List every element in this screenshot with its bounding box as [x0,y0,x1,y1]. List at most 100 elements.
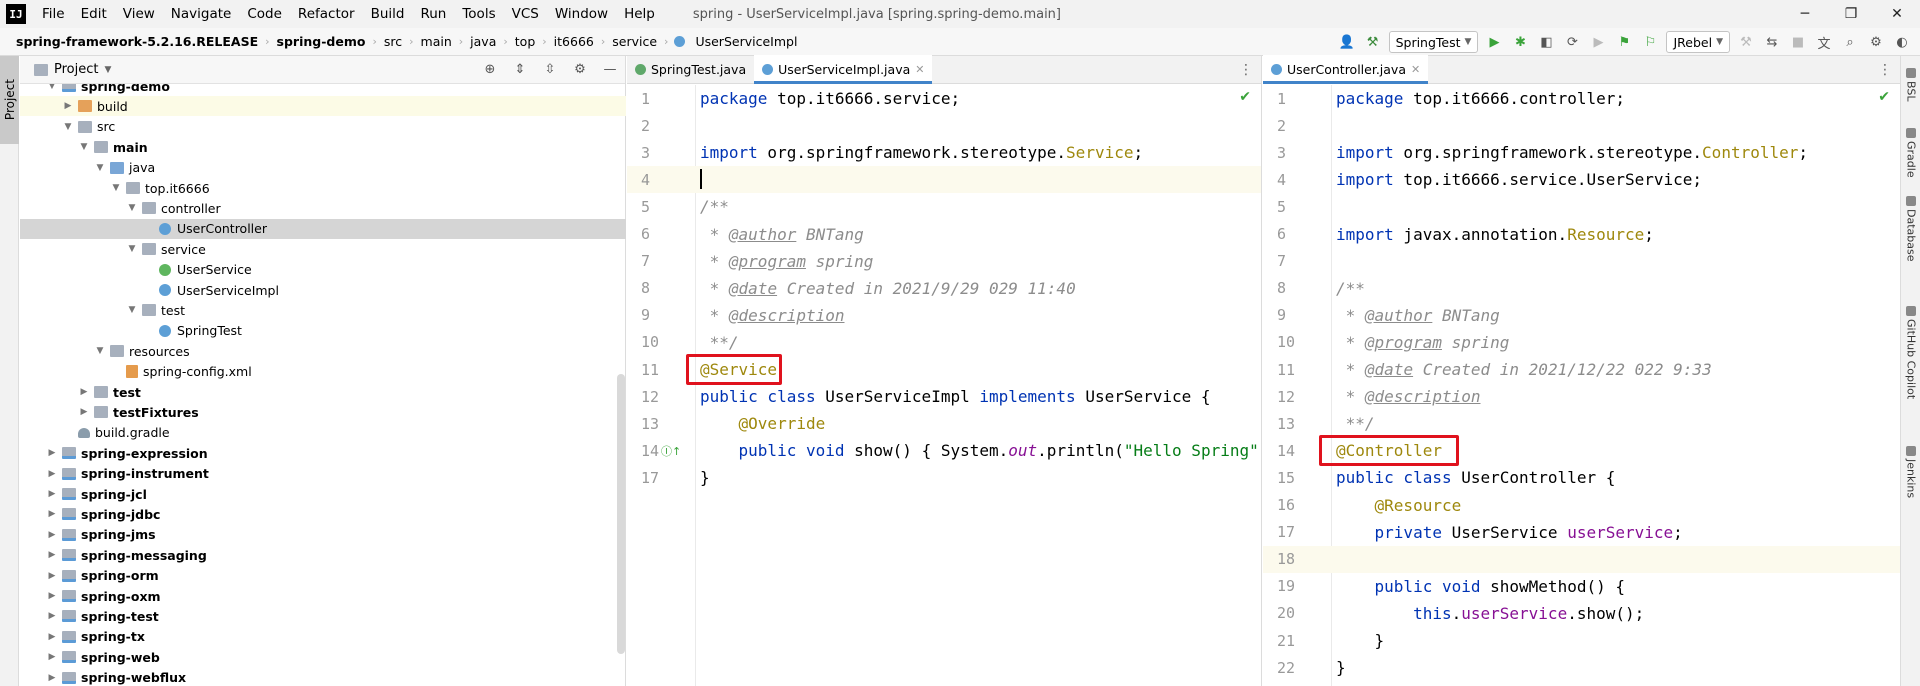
tree-node[interactable]: SpringTest [20,321,626,341]
tree-node[interactable]: ▼ service [20,239,626,259]
tree-node[interactable]: ▼ top.it6666 [20,178,626,198]
profile-icon[interactable]: ⟳ [1562,32,1582,52]
code-area-left[interactable]: ✔ 1 package top.it6666.service; 2 3 import o… [627,85,1261,686]
code-line[interactable]: 15 public class UserController { [1263,464,1900,491]
code-line[interactable]: 20 this.userService.show(); [1263,600,1900,627]
breadcrumb-item[interactable]: service [608,34,661,49]
hide-icon[interactable]: — [601,60,619,78]
tree-node[interactable]: ▶ spring-instrument [20,464,626,484]
code-line[interactable]: 6 * @author BNTang [627,221,1261,248]
chevron-down-icon[interactable]: ▼ [92,163,108,173]
breadcrumb-item[interactable]: main [417,34,456,49]
tree-node[interactable]: ▼ main [20,137,626,157]
coverage-icon[interactable]: ◧ [1536,32,1556,52]
tree-node[interactable]: ▶ spring-expression [20,443,626,463]
tree-node[interactable]: UserController [20,218,626,239]
settings-gear-icon[interactable]: ⚙ [1866,32,1886,52]
minimize-button[interactable]: ─ [1782,0,1828,28]
tree-node[interactable]: ▼ test [20,300,626,320]
tree-node[interactable]: ▶ spring-oxm [20,586,626,606]
restore-button[interactable]: ❐ [1828,0,1874,28]
project-tool-button[interactable]: Project [0,56,19,144]
tree-node[interactable]: ▶ spring-jms [20,525,626,545]
code-line[interactable]: 10 * @program spring [1263,329,1900,356]
chevron-right-icon[interactable]: ▶ [44,469,60,479]
more-vertical-icon[interactable]: ⋮ [1878,62,1892,78]
tree-node[interactable]: ▼ controller [20,198,626,218]
run-icon[interactable]: ▶ [1484,32,1504,52]
tree-node[interactable]: ▶ spring-test [20,606,626,626]
tool-window-database[interactable]: Database [1902,196,1920,262]
menu-window[interactable]: Window [547,6,616,22]
chevron-down-icon[interactable]: ▼ [104,65,111,75]
jrebel-run-icon[interactable]: ⚑ [1614,32,1634,52]
chevron-down-icon[interactable]: ▼ [44,84,60,91]
chevron-right-icon[interactable]: ▶ [76,387,92,397]
breadcrumb-item[interactable]: spring-framework-5.2.16.RELEASE [12,34,262,49]
tree-node[interactable]: ▼ src [20,117,626,137]
code-line[interactable]: 17 private UserService userService; [1263,519,1900,546]
chevron-right-icon[interactable]: ▶ [44,571,60,581]
chevron-down-icon[interactable]: ▼ [60,122,76,132]
chevron-down-icon[interactable]: ▼ [108,183,124,193]
menu-vcs[interactable]: VCS [504,6,547,22]
debug-icon[interactable]: ✱ [1510,32,1530,52]
code-line[interactable]: 4 import top.it6666.service.UserService; [1263,166,1900,193]
chevron-right-icon[interactable]: ▶ [44,509,60,519]
breadcrumb-item[interactable]: top [511,34,539,49]
tree-node[interactable]: ▶ spring-webflux [20,668,626,686]
code-line[interactable]: 3 import org.springframework.stereotype.C… [1263,139,1900,166]
code-line[interactable]: 6 import javax.annotation.Resource; [1263,221,1900,248]
code-line[interactable]: 2 [627,112,1261,139]
tree-node[interactable]: build.gradle [20,423,626,443]
tree-node[interactable]: ▶ test [20,382,626,402]
code-line[interactable]: 19 public void showMethod() { [1263,573,1900,600]
code-line[interactable]: 11 * @date Created in 2021/12/22 022 9:3… [1263,356,1900,383]
code-line[interactable]: 12 * @description [1263,383,1900,410]
breadcrumb-item[interactable]: java [466,34,500,49]
code-line[interactable]: 14 public void show() { System.out.print… [627,437,1261,464]
close-icon[interactable]: ✕ [915,63,924,76]
code-line[interactable]: 16 @Resource [1263,492,1900,519]
code-line[interactable]: 10 **/ [627,329,1261,356]
chevron-right-icon[interactable]: ▶ [44,652,60,662]
code-line[interactable]: 5 /** [627,193,1261,220]
plugin-icon[interactable]: ◐ [1892,32,1912,52]
breadcrumb-item[interactable]: UserServiceImpl [671,34,801,49]
project-view-title[interactable]: Project [54,62,98,77]
chevron-right-icon[interactable]: ▶ [44,632,60,642]
translate-icon[interactable]: 文 [1814,32,1834,52]
code-line[interactable]: 13 @Override [627,410,1261,437]
chevron-right-icon[interactable]: ▶ [76,407,92,417]
editor-tab[interactable]: SpringTest.java [627,55,754,83]
breadcrumb-item[interactable]: it6666 [550,34,598,49]
code-line[interactable]: 1 package top.it6666.controller; [1263,85,1900,112]
close-icon[interactable]: ✕ [1411,63,1420,76]
chevron-right-icon[interactable]: ▶ [44,591,60,601]
chevron-down-icon[interactable]: ▼ [92,346,108,356]
stop-icon[interactable]: ■ [1788,32,1808,52]
close-window-button[interactable]: ✕ [1874,0,1920,28]
chevron-down-icon[interactable]: ▼ [124,244,140,254]
tree-node[interactable]: ▼ java [20,158,626,178]
menu-edit[interactable]: Edit [73,6,115,22]
code-line[interactable]: 2 [1263,112,1900,139]
chevron-right-icon[interactable]: ▶ [44,489,60,499]
implementing-method-icon[interactable]: Ⓘ↑ [661,443,681,459]
chevron-right-icon[interactable]: ▶ [44,550,60,560]
menu-build[interactable]: Build [363,6,413,22]
tree-node[interactable]: ▶ spring-web [20,647,626,667]
menu-run[interactable]: Run [412,6,454,22]
code-line[interactable]: 8 /** [1263,275,1900,302]
code-line[interactable]: 17} [627,464,1261,491]
chevron-down-icon[interactable]: ▼ [76,142,92,152]
tree-node[interactable]: ▶ spring-messaging [20,545,626,565]
chevron-down-icon[interactable]: ▼ [124,203,140,213]
tree-node[interactable]: ▶ build [20,96,626,117]
tree-node[interactable]: UserService [20,260,626,280]
tool-window-gradle[interactable]: Gradle [1902,128,1920,178]
attach-icon[interactable]: ⇆ [1762,32,1782,52]
breadcrumb-item[interactable]: spring-demo [273,34,370,49]
settings-gear-icon[interactable]: ⚙ [571,60,589,78]
jrebel-debug-icon[interactable]: ⚐ [1640,32,1660,52]
